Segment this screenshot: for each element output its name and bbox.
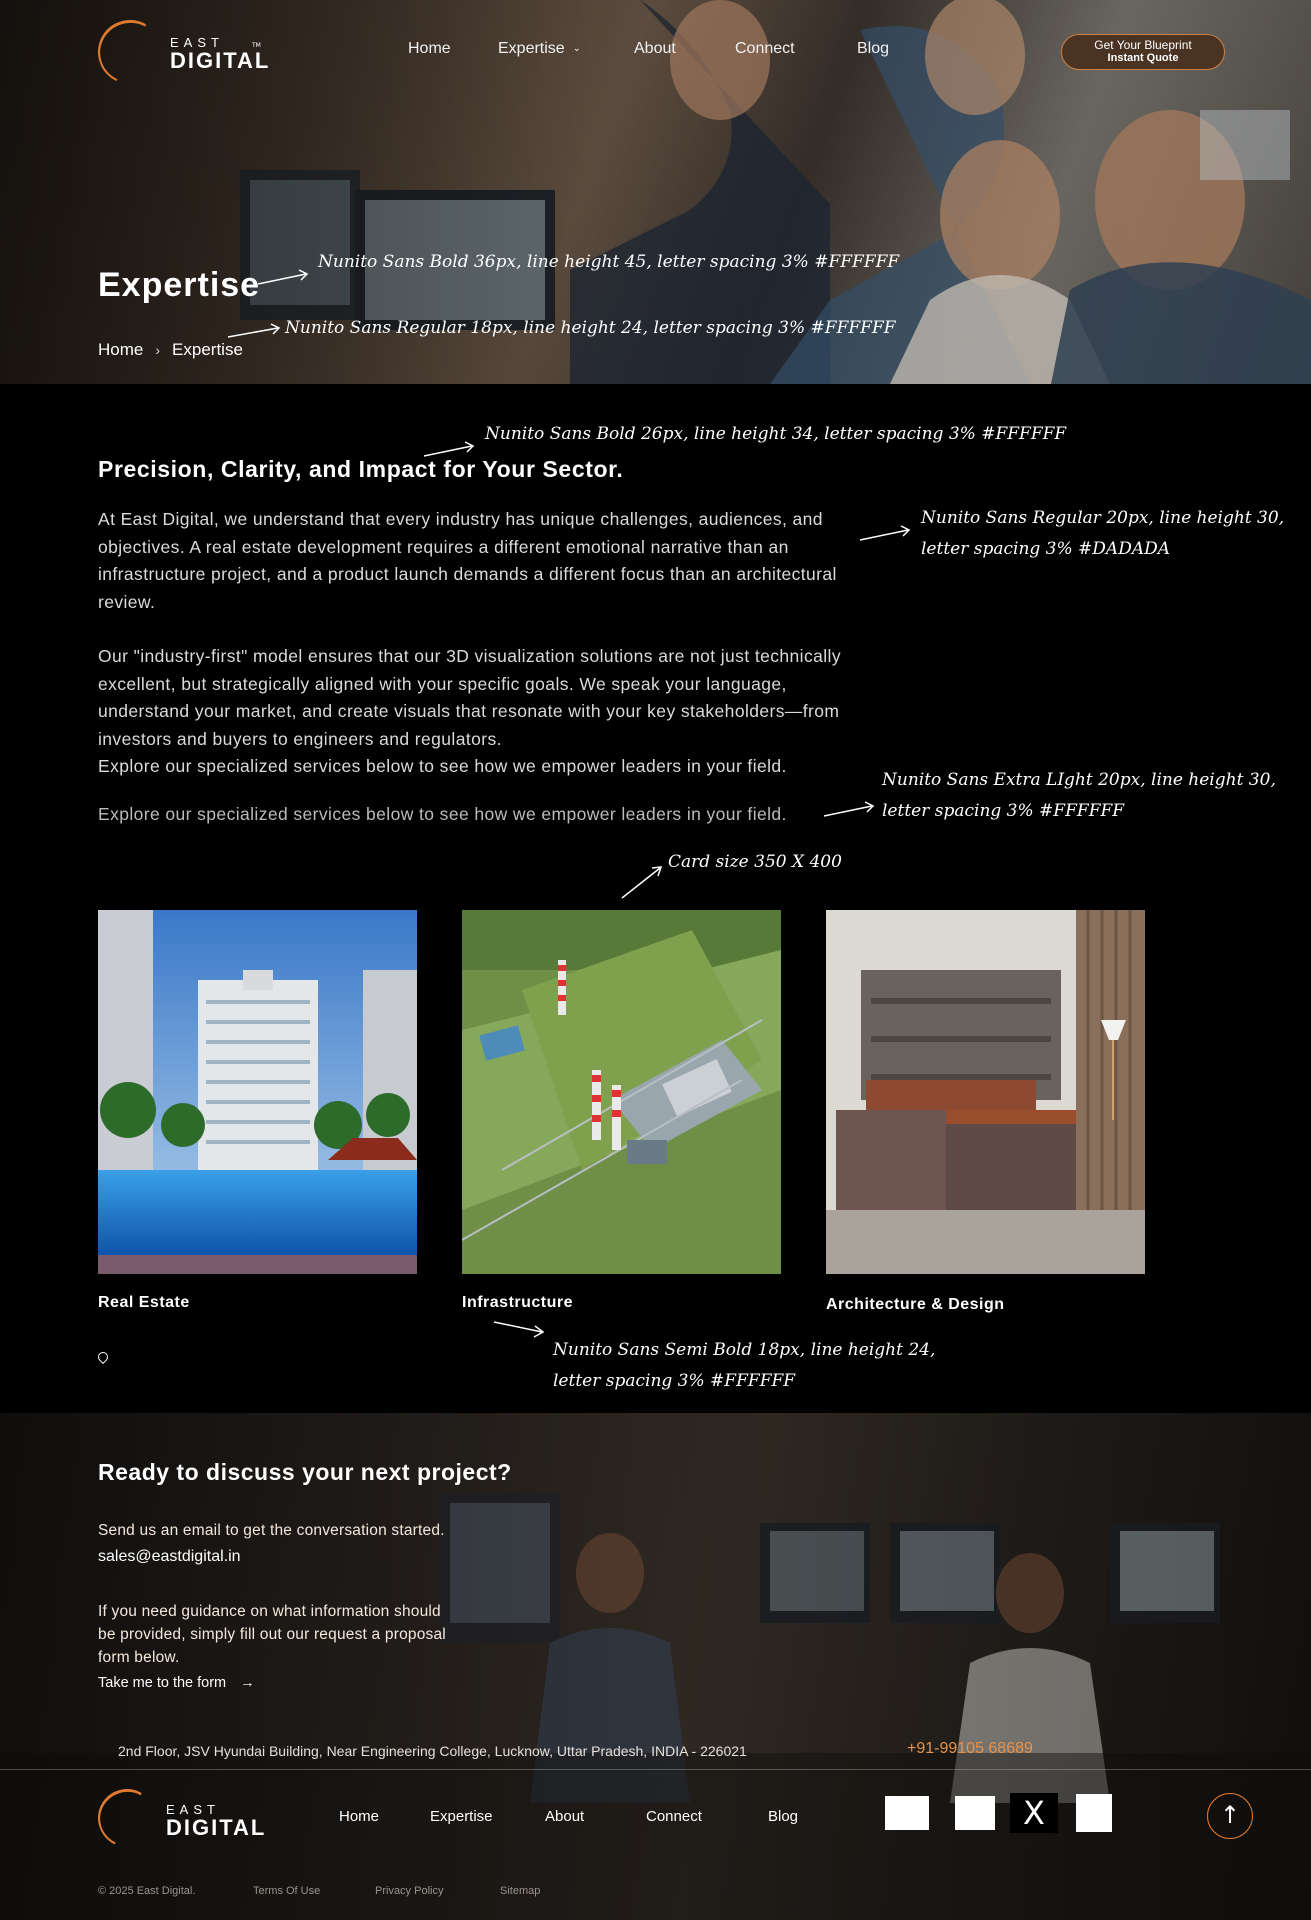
section-heading: Precision, Clarity, and Impact for Your …: [98, 456, 624, 482]
footer-divider: [0, 1769, 1311, 1770]
real-estate-image[interactable]: [98, 910, 417, 1274]
footer-logo-wordmark: EAST DIGITAL: [166, 1803, 266, 1839]
annotation-card-label-font-2: letter spacing 3% #FFFFFF: [553, 1371, 796, 1391]
privacy-link[interactable]: Privacy Policy: [375, 1885, 443, 1897]
explore-paragraph-light: Explore our specialized services below t…: [98, 804, 787, 824]
guidance-line-3: form below.: [98, 1649, 180, 1666]
infrastructure-image[interactable]: [462, 910, 781, 1274]
guidance-line-1: If you need guidance on what information…: [98, 1603, 441, 1620]
footer-nav-home[interactable]: Home: [339, 1808, 379, 1825]
form-link-label: Take me to the form: [98, 1675, 227, 1691]
card-label-infrastructure: Infrastructure: [462, 1294, 574, 1311]
sitemap-link[interactable]: Sitemap: [500, 1885, 540, 1897]
explore-paragraph: Explore our specialized services below t…: [98, 756, 787, 776]
social-icon-4[interactable]: [1076, 1794, 1112, 1832]
x-twitter-icon[interactable]: X: [1010, 1793, 1058, 1833]
address: 2nd Floor, JSV Hyundai Building, Near En…: [118, 1743, 747, 1759]
contact-title: Ready to discuss your next project?: [98, 1459, 512, 1485]
intro-paragraph: At East Digital, we understand that ever…: [98, 509, 837, 612]
footer-nav-blog[interactable]: Blog: [768, 1808, 798, 1825]
annotation-light-font-1: Nunito Sans Extra LIght 20px, line heigh…: [882, 770, 1276, 790]
email-link[interactable]: sales@eastdigital.in: [98, 1548, 241, 1566]
annotation-heading-font: Nunito Sans Bold 26px, line height 34, l…: [485, 424, 1067, 444]
contact-overlay: [0, 1413, 1311, 1920]
arrow-right-icon: →: [240, 1675, 255, 1691]
contact-section: Ready to discuss your next project? Send…: [0, 1413, 1311, 1920]
card-real-estate[interactable]: Real Estate: [98, 910, 417, 1312]
footer-nav-about[interactable]: About: [545, 1808, 584, 1825]
annotation-title-font: Nunito Sans Bold 36px, line height 45, l…: [318, 252, 900, 272]
footer-logo-digital: DIGITAL: [166, 1815, 267, 1840]
card-label-architecture: Architecture & Design: [826, 1296, 1005, 1313]
form-link[interactable]: Take me to the form →: [98, 1675, 255, 1691]
card-label-real-estate: Real Estate: [98, 1294, 190, 1311]
card-infrastructure[interactable]: Infrastructure: [462, 910, 781, 1312]
annotation-body-font-1: Nunito Sans Regular 20px, line height 30…: [921, 508, 1285, 528]
back-to-top-button[interactable]: ↑: [1207, 1793, 1253, 1839]
footer-nav-connect[interactable]: Connect: [646, 1808, 702, 1825]
card-architecture-design[interactable]: Architecture & Design: [826, 910, 1145, 1314]
guidance-line-2: be provided, simply fill out our request…: [98, 1626, 446, 1643]
architecture-design-image[interactable]: [826, 910, 1145, 1274]
terms-link[interactable]: Terms Of Use: [253, 1885, 320, 1897]
annotation-card-size: Card size 350 X 400: [668, 852, 842, 872]
social-icon-1[interactable]: [885, 1796, 929, 1830]
annotation-card-label-font-1: Nunito Sans Semi Bold 18px, line height …: [553, 1340, 936, 1360]
annotation-body-font-2: letter spacing 3% #DADADA: [921, 539, 1171, 559]
contact-intro: Send us an email to get the conversation…: [98, 1522, 445, 1539]
industry-first-paragraph: Our "industry-first" model ensures that …: [98, 646, 841, 749]
copyright: © 2025 East Digital.: [98, 1885, 196, 1897]
annotation-breadcrumb-font: Nunito Sans Regular 18px, line height 24…: [285, 318, 896, 338]
annotation-light-font-2: letter spacing 3% #FFFFFF: [882, 801, 1125, 821]
phone-link[interactable]: +91-99105 68689: [907, 1740, 1033, 1758]
social-icon-2[interactable]: [955, 1796, 995, 1830]
footer-nav-expertise[interactable]: Expertise: [430, 1808, 493, 1825]
